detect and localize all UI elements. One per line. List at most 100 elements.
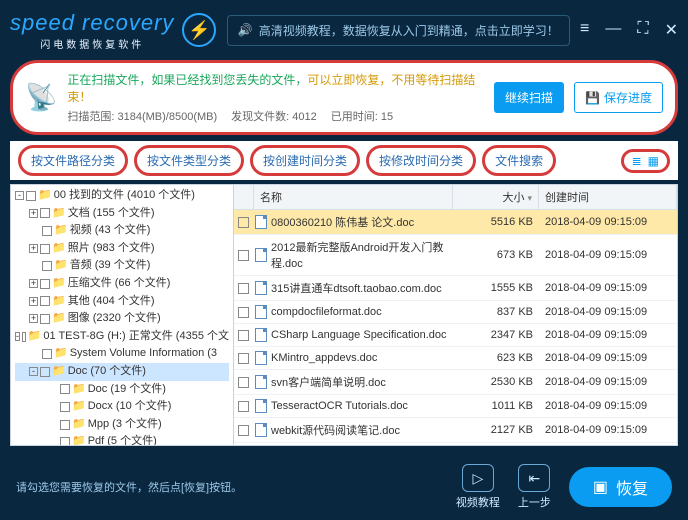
tree-label: 图像 (2320 个文件) bbox=[68, 310, 161, 328]
tree-item[interactable]: +📁照片 (983 个文件) bbox=[15, 240, 229, 258]
expand-icon[interactable]: + bbox=[29, 244, 38, 253]
file-row[interactable]: compdocfileformat.doc837 KB2018-04-09 09… bbox=[234, 301, 677, 324]
speaker-icon: 🔊 bbox=[238, 23, 253, 37]
expand-icon[interactable]: + bbox=[29, 209, 38, 218]
maximize-icon[interactable]: ⛶ bbox=[637, 20, 648, 40]
continue-scan-button[interactable]: 继续扫描 bbox=[494, 82, 564, 113]
file-row[interactable]: svn客户端简单说明.doc2530 KB2018-04-09 09:15:09 bbox=[234, 370, 677, 395]
back-icon: ⇤ bbox=[528, 470, 540, 487]
tree-item[interactable]: +📁图像 (2320 个文件) bbox=[15, 310, 229, 328]
file-checkbox[interactable] bbox=[238, 283, 249, 294]
file-checkbox[interactable] bbox=[238, 330, 249, 341]
file-date: 2018-04-09 09:15:09 bbox=[539, 278, 677, 298]
tree-checkbox[interactable] bbox=[60, 402, 70, 412]
tab-by-created[interactable]: 按创建时间分类 bbox=[250, 145, 360, 176]
grid-view-icon[interactable]: ▦ bbox=[648, 154, 659, 168]
file-checkbox[interactable] bbox=[238, 307, 249, 318]
tab-search[interactable]: 文件搜索 bbox=[482, 145, 556, 176]
tree-checkbox[interactable] bbox=[40, 296, 50, 306]
tree-checkbox[interactable] bbox=[42, 226, 52, 236]
tree-item[interactable]: -📁Doc (70 个文件) bbox=[15, 363, 229, 381]
expand-icon[interactable]: + bbox=[29, 279, 38, 288]
folder-icon: 📁 bbox=[72, 398, 86, 416]
tree-item[interactable]: -📁01 TEST-8G (H:) 正常文件 (4355 个文 bbox=[15, 328, 229, 346]
bolt-icon: ⚡ bbox=[182, 13, 216, 47]
tree-item[interactable]: 📁Pdf (5 个文件) bbox=[15, 433, 229, 446]
col-date[interactable]: 创建时间 bbox=[539, 185, 677, 209]
tree-checkbox[interactable] bbox=[60, 437, 70, 446]
file-checkbox[interactable] bbox=[238, 377, 249, 388]
tree-label: 01 TEST-8G (H:) 正常文件 (4355 个文 bbox=[43, 328, 229, 346]
file-row[interactable]: webkit源代码阅读笔记.doc2127 KB2018-04-09 09:15… bbox=[234, 418, 677, 443]
tab-by-modified[interactable]: 按修改时间分类 bbox=[366, 145, 476, 176]
col-size[interactable]: 大小▾ bbox=[453, 185, 539, 209]
file-row[interactable]: CSharp Language Specification.doc2347 KB… bbox=[234, 324, 677, 347]
expand-icon[interactable]: - bbox=[29, 367, 38, 376]
file-size: 2127 KB bbox=[453, 420, 539, 440]
file-checkbox[interactable] bbox=[238, 217, 249, 228]
col-name[interactable]: 名称 bbox=[254, 185, 453, 209]
save-progress-button[interactable]: 💾保存进度 bbox=[574, 82, 663, 113]
expand-icon[interactable]: + bbox=[29, 314, 38, 323]
file-row[interactable]: 315讲直通车dtsoft.taobao.com.doc1555 KB2018-… bbox=[234, 276, 677, 301]
file-date: 2018-04-09 09:15:09 bbox=[539, 348, 677, 368]
close-icon[interactable]: ✕ bbox=[665, 20, 678, 40]
tree-item[interactable]: 📁Doc (19 个文件) bbox=[15, 381, 229, 399]
tree-item[interactable]: 📁Docx (10 个文件) bbox=[15, 398, 229, 416]
menu-icon[interactable]: ≡ bbox=[580, 20, 589, 40]
tree-item[interactable]: 📁音频 (39 个文件) bbox=[15, 257, 229, 275]
prev-step-button[interactable]: ⇤ 上一步 bbox=[518, 464, 551, 510]
tree-item[interactable]: +📁文档 (155 个文件) bbox=[15, 205, 229, 223]
tree-item[interactable]: +📁压缩文件 (66 个文件) bbox=[15, 275, 229, 293]
tree-checkbox[interactable] bbox=[42, 349, 52, 359]
tree-checkbox[interactable] bbox=[60, 420, 70, 430]
tree-item[interactable]: 📁System Volume Information (3 bbox=[15, 345, 229, 363]
file-row[interactable]: 2012最新完整版Android开发入门教程.doc673 KB2018-04-… bbox=[234, 235, 677, 276]
tree-item[interactable]: +📁其他 (404 个文件) bbox=[15, 293, 229, 311]
file-checkbox[interactable] bbox=[238, 353, 249, 364]
tree-item[interactable]: -📁00 找到的文件 (4010 个文件) bbox=[15, 187, 229, 205]
tree-checkbox[interactable] bbox=[40, 367, 50, 377]
file-checkbox[interactable] bbox=[238, 401, 249, 412]
file-list-header: 名称 大小▾ 创建时间 bbox=[234, 185, 677, 210]
tree-checkbox[interactable] bbox=[22, 332, 26, 342]
tab-by-path[interactable]: 按文件路径分类 bbox=[18, 145, 128, 176]
promo-banner[interactable]: 🔊 高清视频教程，数据恢复从入门到精通，点击立即学习！ bbox=[227, 15, 570, 46]
tree-label: 照片 (983 个文件) bbox=[68, 240, 155, 258]
doc-icon bbox=[255, 248, 267, 262]
file-name: 2012最新完整版Android开发入门教程.doc bbox=[271, 239, 451, 271]
minimize-icon[interactable]: — bbox=[605, 20, 621, 40]
view-toggle[interactable]: ≣ ▦ bbox=[621, 149, 670, 173]
file-row[interactable]: winhex快捷键.doc2242 KB2018-04-09 09:15:09 bbox=[234, 443, 677, 445]
file-size: 673 KB bbox=[453, 245, 539, 265]
folder-icon: 📁 bbox=[72, 381, 86, 399]
tree-label: 音频 (39 个文件) bbox=[70, 257, 151, 275]
expand-icon[interactable]: - bbox=[15, 332, 20, 341]
file-checkbox[interactable] bbox=[238, 425, 249, 436]
expand-icon[interactable]: + bbox=[29, 297, 38, 306]
tree-checkbox[interactable] bbox=[40, 279, 50, 289]
tree-item[interactable]: 📁Mpp (3 个文件) bbox=[15, 416, 229, 434]
folder-icon: 📁 bbox=[28, 328, 42, 346]
folder-tree[interactable]: -📁00 找到的文件 (4010 个文件)+📁文档 (155 个文件)📁视频 (… bbox=[10, 184, 234, 446]
file-row[interactable]: 0800360210 陈伟基 论文.doc5516 KB2018-04-09 0… bbox=[234, 210, 677, 235]
folder-icon: 📁 bbox=[52, 205, 66, 223]
expand-icon[interactable]: - bbox=[15, 191, 24, 200]
file-size: 2530 KB bbox=[453, 372, 539, 392]
recover-button[interactable]: ▣ 恢复 bbox=[569, 467, 672, 507]
file-checkbox[interactable] bbox=[238, 250, 249, 261]
tree-checkbox[interactable] bbox=[42, 261, 52, 271]
file-row[interactable]: TesseractOCR Tutorials.doc1011 KB2018-04… bbox=[234, 395, 677, 418]
tree-checkbox[interactable] bbox=[40, 244, 50, 254]
video-tutorial-button[interactable]: ▷ 视频教程 bbox=[456, 464, 500, 510]
list-view-icon[interactable]: ≣ bbox=[632, 154, 642, 168]
file-list-body[interactable]: 0800360210 陈伟基 论文.doc5516 KB2018-04-09 0… bbox=[234, 210, 677, 445]
logo: speed recovery 闪电数据恢复软件 ⚡ bbox=[10, 10, 216, 51]
tree-checkbox[interactable] bbox=[40, 208, 50, 218]
tree-checkbox[interactable] bbox=[40, 314, 50, 324]
tree-checkbox[interactable] bbox=[26, 191, 36, 201]
tree-item[interactable]: 📁视频 (43 个文件) bbox=[15, 222, 229, 240]
tree-checkbox[interactable] bbox=[60, 384, 70, 394]
file-row[interactable]: KMintro_appdevs.doc623 KB2018-04-09 09:1… bbox=[234, 347, 677, 370]
tab-by-type[interactable]: 按文件类型分类 bbox=[134, 145, 244, 176]
